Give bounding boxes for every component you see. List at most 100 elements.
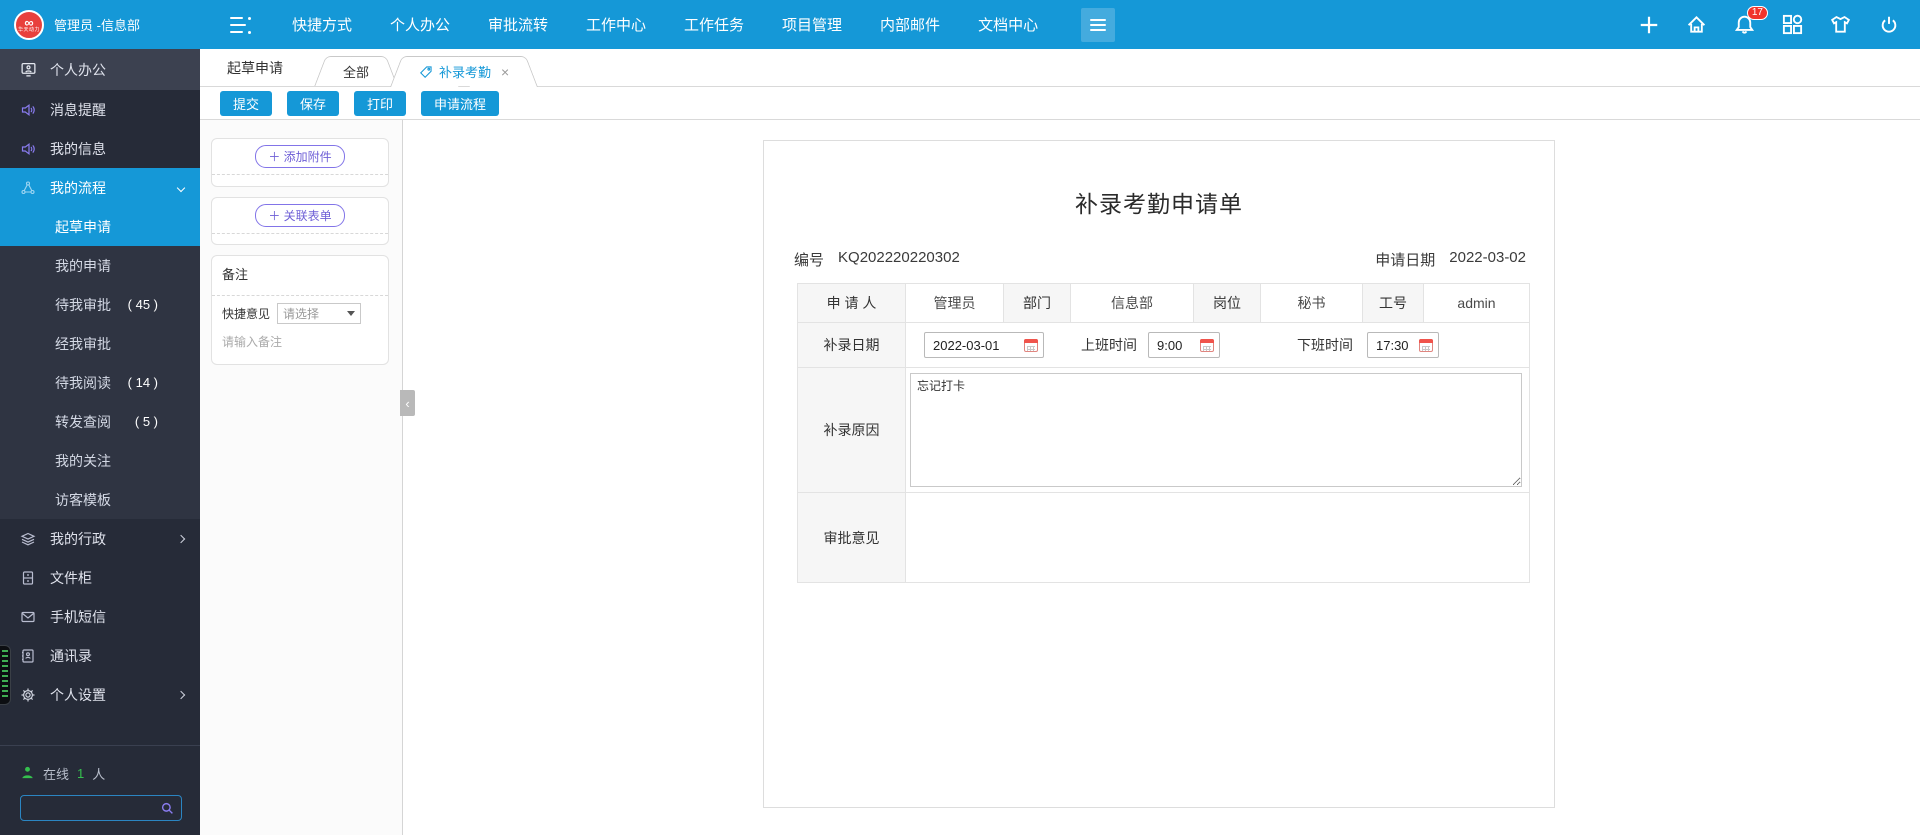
menu-item-work-tasks[interactable]: 工作任务 xyxy=(684,14,744,35)
calendar-icon[interactable] xyxy=(1024,338,1038,352)
apply-date-value: 2022-03-02 xyxy=(1449,249,1526,266)
print-button[interactable]: 打印 xyxy=(354,90,407,116)
note-input[interactable] xyxy=(222,333,377,361)
applicant-label: 申 请 人 xyxy=(797,283,906,323)
reason-textarea[interactable]: 忘记打卡 xyxy=(910,373,1522,487)
menu-item-shortcuts[interactable]: 快捷方式 xyxy=(292,14,352,35)
speaker-icon xyxy=(20,102,37,118)
sidebar-item-approved-by-me[interactable]: 经我审批 xyxy=(0,324,200,363)
quick-opinion-label: 快捷意见 xyxy=(222,307,271,321)
sidebar-item-my-applications[interactable]: 我的申请 xyxy=(0,246,200,285)
sidebar-footer: 在线 1 人 xyxy=(0,745,200,835)
work-start-input[interactable]: 9:00 xyxy=(1148,332,1220,358)
linked-form-box: ＋ 关联表单 xyxy=(211,197,389,245)
attachment-box: ＋ 添加附件 xyxy=(211,138,389,187)
divider xyxy=(212,174,388,175)
chevron-right-icon xyxy=(176,690,186,699)
sidebar-item-label: 访客模板 xyxy=(55,491,111,508)
search-icon[interactable] xyxy=(160,801,175,816)
panel-collapse-handle[interactable]: ‹ xyxy=(400,390,415,416)
sidebar-item-sms[interactable]: 手机短信 xyxy=(0,597,200,636)
quick-opinion-select[interactable]: 请选择 xyxy=(277,303,362,324)
apps-grid-icon[interactable] xyxy=(1781,13,1804,36)
navbar-actions: 17 xyxy=(1637,6,1900,36)
sidebar: 个人办公 消息提醒 我的信息 我的流程 起草申请 我的申请 待我审批 (45 … xyxy=(0,49,200,835)
table-row-applicant: 申 请 人 管理员 部门 信息部 岗位 秘书 工号 admin xyxy=(797,283,1530,323)
sidebar-item-label: 我的信息 xyxy=(50,140,106,157)
speaker-icon xyxy=(20,141,37,157)
add-icon[interactable] xyxy=(1637,13,1660,36)
home-icon[interactable] xyxy=(1685,13,1708,36)
close-icon[interactable]: × xyxy=(501,65,509,79)
sidebar-item-pending-my-approval[interactable]: 待我审批 ( 45 ) xyxy=(0,285,200,324)
tab-all[interactable]: 全部 xyxy=(325,56,387,86)
sidebar-item-personal-settings[interactable]: 个人设置 xyxy=(0,675,200,714)
sidebar-item-visitor-template[interactable]: 访客模板 xyxy=(0,480,200,519)
sidebar-item-file-cabinet[interactable]: 文件柜 xyxy=(0,558,200,597)
sidebar-item-label: 起草申请 xyxy=(55,218,111,235)
count-badge: ( 14 ) xyxy=(127,375,158,390)
sidebar-item-label: 手机短信 xyxy=(50,608,106,625)
sidebar-item-personal-office[interactable]: 个人办公 xyxy=(0,49,200,90)
hamburger-menu-icon[interactable] xyxy=(1081,7,1116,42)
table-row-makeup-date: 补录日期 2022-03-01 上班时间 9:00 下班时间 17:30 xyxy=(797,322,1530,368)
menu-item-work-center[interactable]: 工作中心 xyxy=(586,14,646,35)
form-area: 补录考勤申请单 编号 KQ202220220302 申请日期 2022-03-0… xyxy=(403,120,1920,835)
online-unit: 人 xyxy=(92,767,106,782)
makeup-date-input[interactable]: 2022-03-01 xyxy=(924,332,1044,358)
reason-label: 补录原因 xyxy=(797,367,906,493)
sidebar-item-pending-my-reading[interactable]: 待我阅读 ( 14 ) xyxy=(0,363,200,402)
sidebar-item-label: 我的申请 xyxy=(55,257,111,274)
work-end-input[interactable]: 17:30 xyxy=(1367,332,1439,358)
power-icon[interactable] xyxy=(1877,13,1900,36)
makeup-date-value: 2022-03-01 xyxy=(933,337,1000,353)
content-area: 起草申请 全部 补录考勤 × 提交 保存 打印 申请流程 ＋ 添加附件 ＋ 关联… xyxy=(200,49,1920,835)
sidebar-item-my-admin[interactable]: 我的行政 xyxy=(0,519,200,558)
workspace: ＋ 添加附件 ＋ 关联表单 备注 快捷意见 请选择 请输入备注 ‹ 补录考勤申请… xyxy=(200,120,1920,835)
cabinet-icon xyxy=(20,570,37,586)
online-user-icon xyxy=(20,765,35,783)
sidebar-scroll-handle[interactable] xyxy=(0,645,11,705)
sidebar-item-label: 文件柜 xyxy=(50,569,92,586)
link-form-button[interactable]: ＋ 关联表单 xyxy=(255,204,345,227)
brand-logo[interactable]: ∞ 华天动力 xyxy=(14,9,44,40)
menu-collapse-icon[interactable] xyxy=(228,16,252,34)
sidebar-item-message-alert[interactable]: 消息提醒 xyxy=(0,90,200,129)
opinion-label: 审批意见 xyxy=(797,492,906,583)
chevron-down-icon xyxy=(176,183,186,192)
sidebar-item-my-messages[interactable]: 我的信息 xyxy=(0,129,200,168)
tab-attendance-makeup[interactable]: 补录考勤 × xyxy=(401,56,527,87)
sidebar-item-my-workflow[interactable]: 我的流程 xyxy=(0,168,200,207)
sidebar-search-box[interactable] xyxy=(20,795,182,821)
table-row-reason: 补录原因 忘记打卡 xyxy=(797,367,1530,493)
menu-item-internal-mail[interactable]: 内部邮件 xyxy=(880,14,940,35)
sidebar-search-input[interactable] xyxy=(21,801,160,815)
opinion-cell xyxy=(905,492,1530,583)
add-attachment-button[interactable]: ＋ 添加附件 xyxy=(255,145,345,168)
submit-button[interactable]: 提交 xyxy=(220,90,273,116)
calendar-icon[interactable] xyxy=(1419,338,1433,352)
brand-logo-caption: 华天动力 xyxy=(17,26,40,33)
form-document: 补录考勤申请单 编号 KQ202220220302 申请日期 2022-03-0… xyxy=(763,140,1555,808)
notification-bell-icon[interactable]: 17 xyxy=(1733,6,1768,36)
calendar-icon[interactable] xyxy=(1200,338,1214,352)
menu-item-project-mgmt[interactable]: 项目管理 xyxy=(782,14,842,35)
attendance-form-table: 申 请 人 管理员 部门 信息部 岗位 秘书 工号 admin 补录日期 202… xyxy=(797,283,1530,583)
sidebar-item-label: 我的行政 xyxy=(50,530,106,547)
sidebar-item-draft-application[interactable]: 起草申请 xyxy=(0,207,200,246)
tag-icon xyxy=(419,65,433,79)
menu-item-approval-flow[interactable]: 审批流转 xyxy=(488,14,548,35)
flow-button[interactable]: 申请流程 xyxy=(421,90,500,116)
theme-shirt-icon[interactable] xyxy=(1829,13,1852,36)
menu-item-doc-center[interactable]: 文档中心 xyxy=(978,14,1038,35)
sidebar-item-contacts[interactable]: 通讯录 xyxy=(0,636,200,675)
sidebar-item-label: 通讯录 xyxy=(50,647,92,664)
sidebar-item-forwarded-review[interactable]: 转发查阅 ( 5 ) xyxy=(0,402,200,441)
form-title: 补录考勤申请单 xyxy=(1075,191,1243,217)
sidebar-item-my-follows[interactable]: 我的关注 xyxy=(0,441,200,480)
apply-date-label: 申请日期 xyxy=(1375,252,1436,269)
menu-item-personal-office[interactable]: 个人办公 xyxy=(390,14,450,35)
save-button[interactable]: 保存 xyxy=(287,90,340,116)
attachments-panel: ＋ 添加附件 ＋ 关联表单 备注 快捷意见 请选择 xyxy=(200,120,403,835)
top-navbar: ∞ 华天动力 管理员 -信息部 快捷方式 个人办公 审批流转 工作中心 工作任务… xyxy=(0,0,1920,49)
